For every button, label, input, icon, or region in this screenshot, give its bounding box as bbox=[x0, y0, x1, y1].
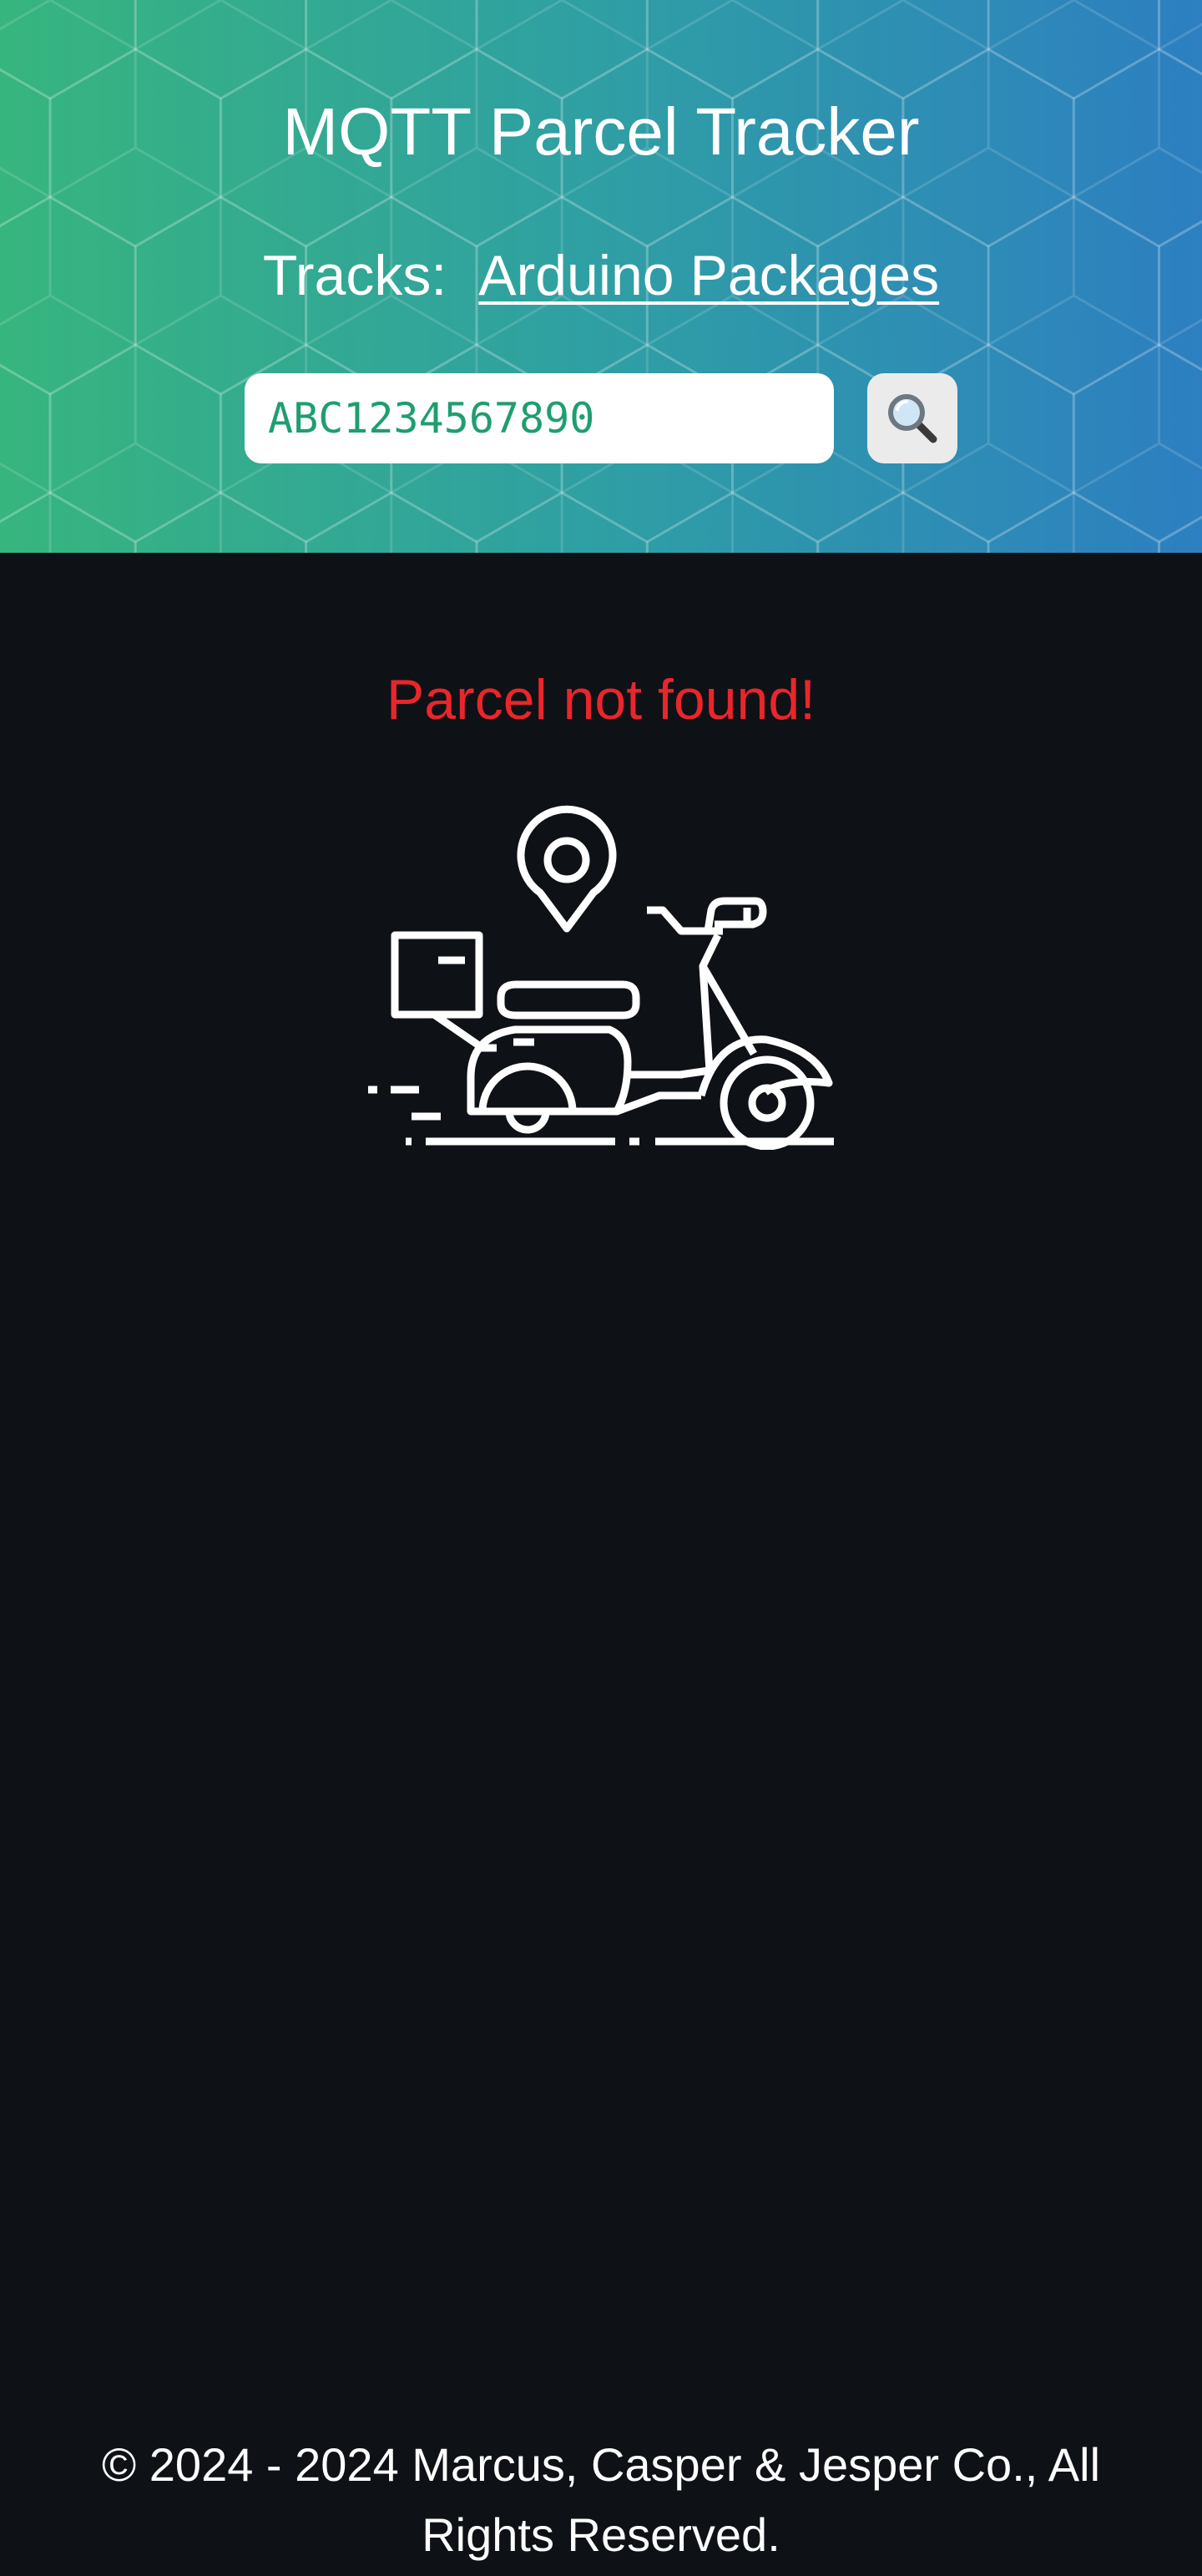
hexagon-cube-edges bbox=[816, 0, 989, 51]
delivery-scooter-icon bbox=[368, 805, 834, 1150]
hexagon-tile bbox=[987, 0, 1160, 100]
hexagon-cube-edges bbox=[134, 0, 307, 51]
hexagon-cube-edges bbox=[219, 493, 222, 553]
hexagon-tile bbox=[475, 0, 649, 100]
hexagon-tile bbox=[1072, 343, 1202, 544]
hexagon-tile bbox=[134, 0, 308, 100]
tracks-row: Tracks: Arduino Packages bbox=[0, 235, 1202, 316]
hexagon-tile bbox=[0, 363, 52, 524]
hexagon-cube-edges bbox=[902, 493, 905, 553]
hexagon-cube-edges bbox=[646, 0, 819, 51]
hexagon-tile bbox=[645, 0, 820, 100]
tracks-label: Tracks: bbox=[262, 244, 447, 307]
hexagon-tile bbox=[0, 491, 137, 553]
hexagon-cube-edges bbox=[476, 0, 649, 51]
hexagon-cube-edges bbox=[987, 0, 1160, 51]
hexagon-tile bbox=[1158, 515, 1202, 553]
tracking-number-input[interactable] bbox=[245, 373, 834, 463]
hexagon-cube-edges bbox=[1159, 493, 1202, 553]
hexagon-cube-edges bbox=[0, 462, 51, 494]
main-content: Parcel not found! bbox=[0, 553, 1202, 2576]
footer-copyright: © 2024 - 2024 Marcus, Casper & Jesper Co… bbox=[101, 2438, 1101, 2561]
search-button[interactable] bbox=[867, 373, 957, 463]
page-title: MQTT Parcel Tracker bbox=[282, 94, 920, 169]
tracks-link[interactable]: Arduino Packages bbox=[478, 244, 939, 307]
hexagon-tile bbox=[0, 0, 137, 100]
hexagon-tile bbox=[305, 0, 478, 100]
header: MQTT Parcel Tracker Tracks: Arduino Packa… bbox=[0, 0, 1202, 553]
hexagon-cube-edges bbox=[390, 493, 393, 553]
hexagon-cube-edges bbox=[731, 493, 735, 553]
hexagon-cube-edges bbox=[560, 493, 563, 553]
hexagon-cube-edges bbox=[0, 0, 136, 51]
hexagon-cube-edges bbox=[1072, 493, 1075, 553]
hexagon-tile bbox=[816, 0, 990, 100]
hexagon-cube-edges bbox=[49, 345, 222, 494]
magnifying-glass-icon bbox=[888, 394, 937, 443]
hexagon-cube-edges bbox=[305, 0, 477, 51]
hexagon-cube-edges bbox=[1158, 23, 1202, 51]
status-message: Parcel not found! bbox=[386, 668, 816, 731]
hexagon-cube-edges bbox=[1073, 345, 1202, 494]
hexagon-tile bbox=[1158, 0, 1202, 76]
